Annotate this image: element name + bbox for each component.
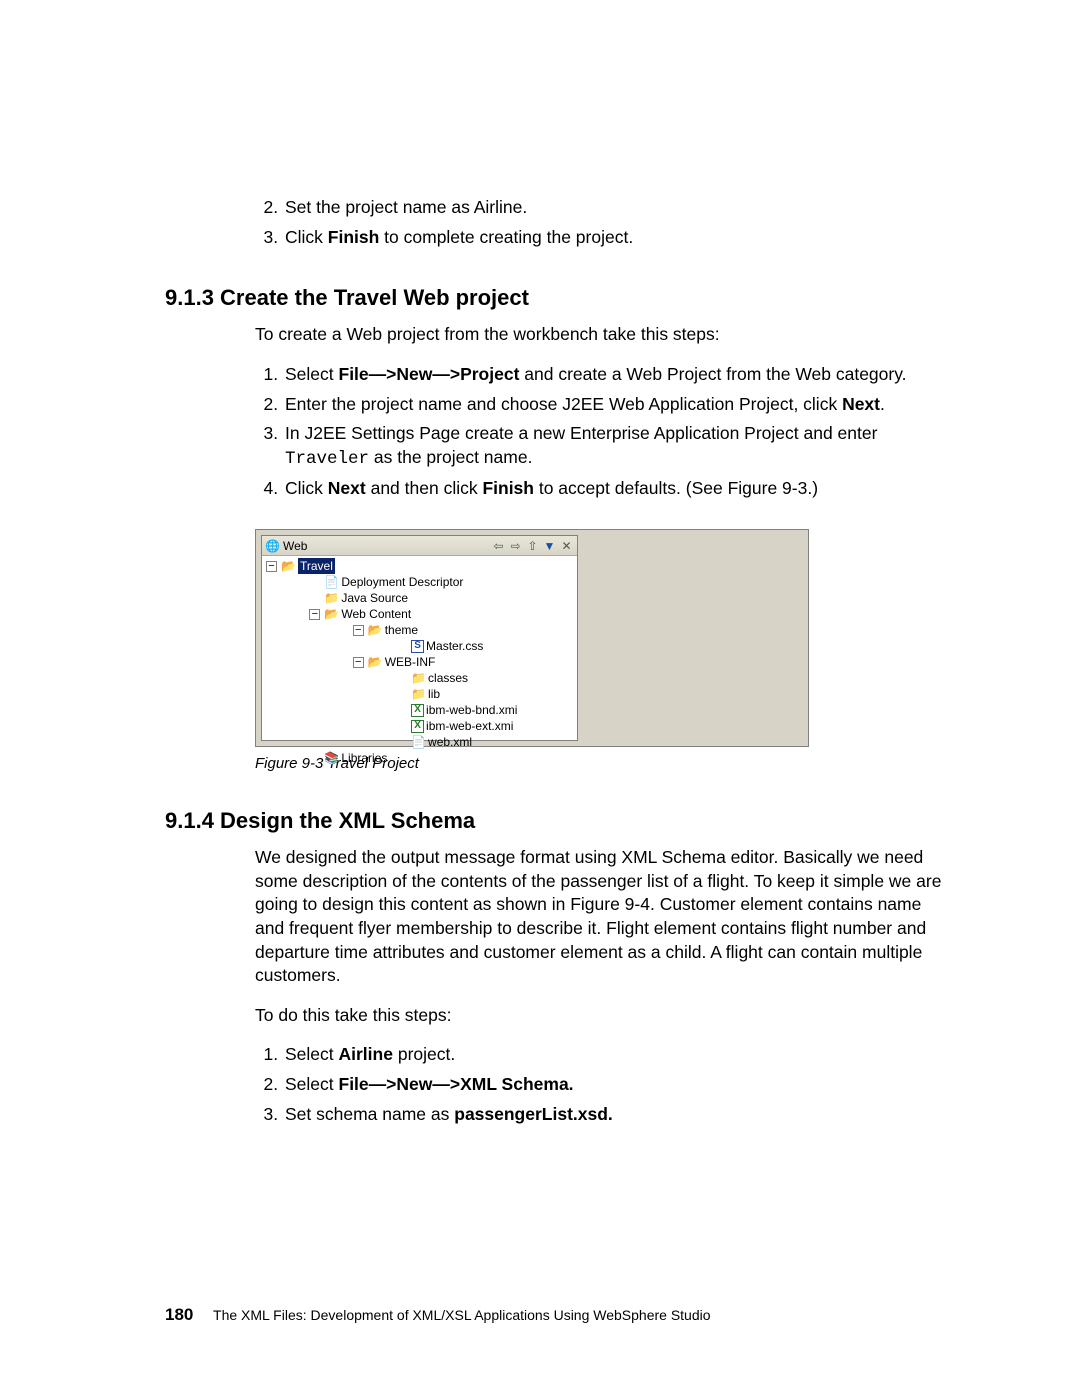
up-icon[interactable]: ⇧ bbox=[526, 539, 539, 552]
page-footer: 180 The XML Files: Development of XML/XS… bbox=[165, 1305, 711, 1325]
web-pane-title: Web bbox=[283, 539, 307, 553]
deployment-descriptor-icon: 📄 bbox=[324, 576, 339, 589]
page-number: 180 bbox=[165, 1305, 193, 1324]
tree-row[interactable]: X ibm-web-bnd.xmi bbox=[264, 702, 577, 718]
tree-label: lib bbox=[428, 686, 440, 702]
intro-913: To create a Web project from the workben… bbox=[255, 323, 950, 347]
tree-label: classes bbox=[428, 670, 468, 686]
tree-row[interactable]: −📂 WEB-INF bbox=[264, 654, 577, 670]
webxml-icon: 📄 bbox=[411, 736, 426, 749]
tree-label: ibm-web-bnd.xmi bbox=[426, 702, 517, 718]
list-914: Select Airline project. Select File—>New—… bbox=[255, 1043, 950, 1126]
tree-expander[interactable]: − bbox=[353, 625, 364, 636]
tree-row[interactable]: 📄 Deployment Descriptor bbox=[264, 574, 577, 590]
heading-9-1-3: 9.1.3 Create the Travel Web project bbox=[165, 285, 950, 311]
top-ordered-list: Set the project name as Airline. Click Fi… bbox=[255, 196, 950, 249]
list-item: Set the project name as Airline. bbox=[283, 196, 950, 220]
list-item: Select File—>New—>Project and create a W… bbox=[283, 363, 950, 387]
tree-label: Master.css bbox=[426, 638, 483, 654]
tree-row[interactable]: 📄 web.xml bbox=[264, 734, 577, 750]
list-item: Click Finish to complete creating the pr… bbox=[283, 226, 950, 250]
page-container: Set the project name as Airline. Click Fi… bbox=[0, 0, 1080, 1397]
para-914-1: We designed the output message format us… bbox=[255, 846, 950, 988]
folder-closed-icon: 📁 bbox=[411, 688, 426, 701]
list-item: Select Airline project. bbox=[283, 1043, 950, 1067]
xml-file-icon: X bbox=[411, 720, 424, 733]
back-icon[interactable]: ⇦ bbox=[492, 539, 505, 552]
heading-9-1-4: 9.1.4 Design the XML Schema bbox=[165, 808, 950, 834]
tree-expander[interactable]: − bbox=[353, 657, 364, 668]
tree-row[interactable]: −📂 Web Content bbox=[264, 606, 577, 622]
list-item: Select File—>New—>XML Schema. bbox=[283, 1073, 950, 1097]
para-914-2: To do this take this steps: bbox=[255, 1004, 950, 1028]
xml-file-icon: X bbox=[411, 704, 424, 717]
tree-expander[interactable]: − bbox=[266, 561, 277, 572]
tree-label: Libraries bbox=[341, 750, 387, 766]
content-body: Set the project name as Airline. Click Fi… bbox=[255, 196, 950, 1126]
tree-expander[interactable]: − bbox=[309, 609, 320, 620]
list-item: Set schema name as passengerList.xsd. bbox=[283, 1103, 950, 1127]
tree-row[interactable]: −📂 theme bbox=[264, 622, 577, 638]
forward-icon[interactable]: ⇨ bbox=[509, 539, 522, 552]
web-pane-icon: 🌐 bbox=[266, 539, 279, 552]
stylesheet-icon: S bbox=[411, 640, 424, 653]
folder-closed-icon: 📁 bbox=[411, 672, 426, 685]
list-item: Click Next and then click Finish to acce… bbox=[283, 477, 950, 501]
close-pane-icon[interactable]: ✕ bbox=[560, 539, 573, 552]
tree-label: ibm-web-ext.xmi bbox=[426, 718, 513, 734]
folder-open-icon: 📂 bbox=[368, 656, 383, 669]
web-pane-titlebar: 🌐 Web ⇦ ⇨ ⇧ ▼ ✕ bbox=[262, 536, 577, 556]
tree-label: theme bbox=[385, 622, 418, 638]
tree-row[interactable]: 📁 lib bbox=[264, 686, 577, 702]
folder-open-icon: 📂 bbox=[324, 608, 339, 621]
tree-row[interactable]: S Master.css bbox=[264, 638, 577, 654]
folder-closed-icon: 📁 bbox=[324, 592, 339, 605]
tree-row[interactable]: X ibm-web-ext.xmi bbox=[264, 718, 577, 734]
list-913: Select File—>New—>Project and create a W… bbox=[255, 363, 950, 501]
tree-label: web.xml bbox=[428, 734, 472, 750]
tree-row[interactable]: 📁 classes bbox=[264, 670, 577, 686]
folder-open-icon: 📂 bbox=[368, 624, 383, 637]
tree-row[interactable]: 📁 Java Source bbox=[264, 590, 577, 606]
tree-row[interactable]: 📚 Libraries bbox=[264, 750, 577, 766]
libraries-icon: 📚 bbox=[324, 752, 339, 765]
list-item: Enter the project name and choose J2EE W… bbox=[283, 393, 950, 417]
tree-label: WEB-INF bbox=[385, 654, 436, 670]
list-item: In J2EE Settings Page create a new Enter… bbox=[283, 422, 950, 471]
footer-text: The XML Files: Development of XML/XSL Ap… bbox=[213, 1307, 711, 1323]
menu-dropdown-icon[interactable]: ▼ bbox=[543, 539, 556, 552]
tree-label: Deployment Descriptor bbox=[341, 574, 463, 590]
web-navigator-pane: 🌐 Web ⇦ ⇨ ⇧ ▼ ✕ −📂 Travel 📄 Deployment D… bbox=[261, 535, 578, 741]
folder-open-icon: 📂 bbox=[281, 560, 296, 573]
figure-9-3-screenshot: 🌐 Web ⇦ ⇨ ⇧ ▼ ✕ −📂 Travel 📄 Deployment D… bbox=[255, 529, 809, 747]
project-tree[interactable]: −📂 Travel 📄 Deployment Descriptor 📁 Java… bbox=[262, 556, 577, 766]
tree-label: Travel bbox=[298, 558, 335, 574]
tree-row[interactable]: −📂 Travel bbox=[264, 558, 577, 574]
tree-label: Java Source bbox=[341, 590, 408, 606]
tree-label: Web Content bbox=[341, 606, 411, 622]
